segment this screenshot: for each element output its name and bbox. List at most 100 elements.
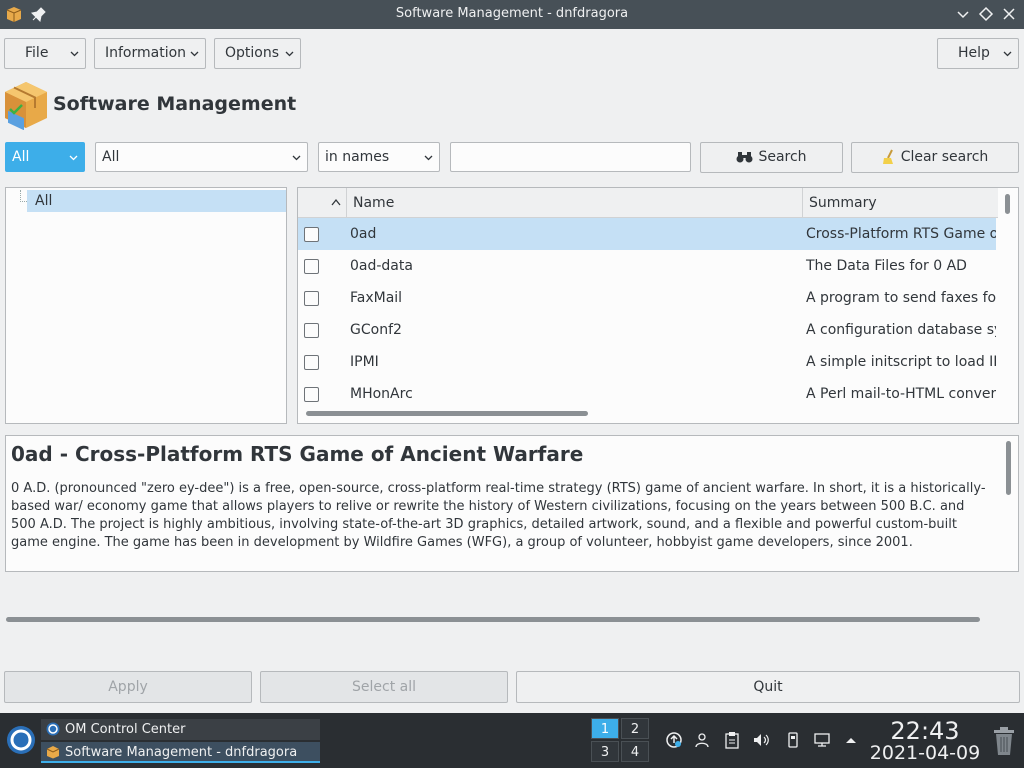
chevron-up-icon[interactable]: [842, 731, 860, 749]
om-control-center-icon: [46, 722, 60, 736]
update-icon[interactable]: [665, 731, 683, 749]
search-input[interactable]: [450, 142, 691, 172]
close-icon[interactable]: [1000, 5, 1018, 23]
desktop-pager-2[interactable]: 2: [621, 718, 649, 739]
file-menu-button[interactable]: File: [4, 38, 86, 69]
information-menu-button[interactable]: Information: [94, 38, 206, 69]
desktop-pager-label: 3: [600, 745, 610, 760]
details-vertical-scrollbar[interactable]: [1006, 441, 1011, 495]
package-checkbox[interactable]: [304, 291, 319, 306]
table-row[interactable]: IPMI A simple initscript to load IPMI: [298, 346, 996, 378]
options-menu-label: Options: [225, 45, 280, 61]
taskbar: OM Control Center Software Management - …: [0, 713, 1024, 768]
binoculars-icon: [736, 152, 753, 163]
desktop-pager-1[interactable]: 1: [591, 718, 619, 739]
search-field-select[interactable]: in names: [318, 142, 440, 172]
summary-column-header[interactable]: Summary: [803, 188, 998, 218]
package-details-panel[interactable]: 0ad - Cross-Platform RTS Game of Ancient…: [5, 435, 1019, 572]
clock-date[interactable]: 2021-04-09: [866, 742, 984, 764]
taskbar-task-om-control-center[interactable]: OM Control Center: [41, 719, 320, 740]
information-menu-label: Information: [105, 45, 187, 61]
group-filter-select[interactable]: All: [5, 142, 85, 172]
desktop-pager-3[interactable]: 3: [591, 741, 619, 762]
package-name: 0ad-data: [350, 258, 413, 274]
table-row[interactable]: MHonArc A Perl mail-to-HTML converter: [298, 378, 996, 410]
group-filter-value: All: [12, 149, 30, 165]
trash-icon[interactable]: [990, 725, 1018, 757]
quit-button-label: Quit: [753, 679, 783, 695]
table-row[interactable]: FaxMail A program to send faxes for fre: [298, 282, 996, 314]
minimize-icon[interactable]: [954, 5, 972, 23]
package-name: MHonArc: [350, 386, 413, 402]
select-all-button-label: Select all: [352, 679, 416, 695]
desktop-pager-label: 4: [630, 745, 640, 760]
checkbox-column-header[interactable]: [298, 188, 347, 218]
package-summary: A Perl mail-to-HTML converter: [806, 386, 996, 402]
taskbar-task-software-management[interactable]: Software Management - dnfdragora: [41, 742, 320, 763]
chevron-down-icon: [70, 51, 79, 57]
taskbar-task-label: Software Management - dnfdragora: [65, 745, 298, 760]
desktop-pager-4[interactable]: 4: [621, 741, 649, 762]
package-checkbox[interactable]: [304, 387, 319, 402]
summary-column-label: Summary: [809, 195, 877, 211]
package-name: GConf2: [350, 322, 402, 338]
search-button[interactable]: Search: [700, 142, 843, 173]
application-launcher-icon[interactable]: [6, 725, 36, 755]
table-vertical-scrollbar[interactable]: [1005, 194, 1010, 214]
user-switch-icon[interactable]: [694, 731, 712, 749]
package-summary: Cross-Platform RTS Game of An: [806, 226, 996, 242]
apply-button[interactable]: Apply: [4, 671, 252, 703]
broom-icon: [882, 149, 893, 164]
package-summary: A simple initscript to load IPMI: [806, 354, 996, 370]
chevron-down-icon: [190, 51, 199, 57]
network-icon[interactable]: [813, 731, 831, 749]
package-name: 0ad: [350, 226, 377, 242]
tree-branch-line: [20, 190, 27, 202]
package-summary: A configuration database syster: [806, 322, 996, 338]
page-horizontal-scrollbar[interactable]: [6, 617, 980, 622]
maximize-icon[interactable]: [977, 5, 995, 23]
table-row[interactable]: GConf2 A configuration database syster: [298, 314, 996, 346]
table-row[interactable]: 0ad-data The Data Files for 0 AD: [298, 250, 996, 282]
name-column-label: Name: [353, 195, 395, 211]
desktop-pager-label: 2: [630, 722, 640, 737]
package-name: FaxMail: [350, 290, 403, 306]
desktop-pager-label: 1: [600, 722, 610, 737]
group-tree[interactable]: All: [5, 187, 287, 424]
sort-ascending-icon: [331, 198, 341, 206]
tree-item-label: All: [35, 193, 53, 209]
clipboard-icon[interactable]: [723, 731, 741, 749]
package-box-icon: [5, 82, 47, 130]
name-column-header[interactable]: Name: [347, 188, 803, 218]
package-checkbox[interactable]: [304, 355, 319, 370]
table-horizontal-scrollbar[interactable]: [306, 411, 588, 416]
category-filter-select[interactable]: All: [95, 142, 308, 172]
select-all-button[interactable]: Select all: [260, 671, 508, 703]
table-row[interactable]: 0ad Cross-Platform RTS Game of An: [298, 218, 996, 250]
package-summary: The Data Files for 0 AD: [806, 258, 967, 274]
usb-device-icon[interactable]: [784, 731, 802, 749]
chevron-down-icon: [424, 155, 433, 161]
help-menu-button[interactable]: Help: [937, 38, 1019, 69]
help-menu-label: Help: [958, 45, 990, 61]
apply-button-label: Apply: [108, 679, 148, 695]
window-titlebar[interactable]: Software Management - dnfdragora: [0, 0, 1024, 29]
clear-search-button[interactable]: Clear search: [851, 142, 1019, 173]
volume-icon[interactable]: [752, 731, 770, 749]
package-name: IPMI: [350, 354, 379, 370]
page-title: Software Management: [53, 93, 297, 115]
chevron-down-icon: [292, 155, 301, 161]
package-checkbox[interactable]: [304, 227, 319, 242]
clock-time[interactable]: 22:43: [870, 717, 980, 745]
file-menu-label: File: [25, 45, 49, 61]
quit-button[interactable]: Quit: [516, 671, 1020, 703]
package-details-title: 0ad - Cross-Platform RTS Game of Ancient…: [11, 442, 584, 466]
tree-item-all[interactable]: All: [27, 190, 286, 212]
window-title: Software Management - dnfdragora: [395, 6, 629, 21]
options-menu-button[interactable]: Options: [214, 38, 301, 69]
table-header: Name Summary: [298, 188, 998, 218]
package-table[interactable]: Name Summary 0ad Cross-Platform RTS Game…: [297, 187, 1019, 424]
package-checkbox[interactable]: [304, 259, 319, 274]
package-details-description: 0 A.D. (pronounced "zero ey-dee") is a f…: [11, 481, 986, 550]
package-checkbox[interactable]: [304, 323, 319, 338]
